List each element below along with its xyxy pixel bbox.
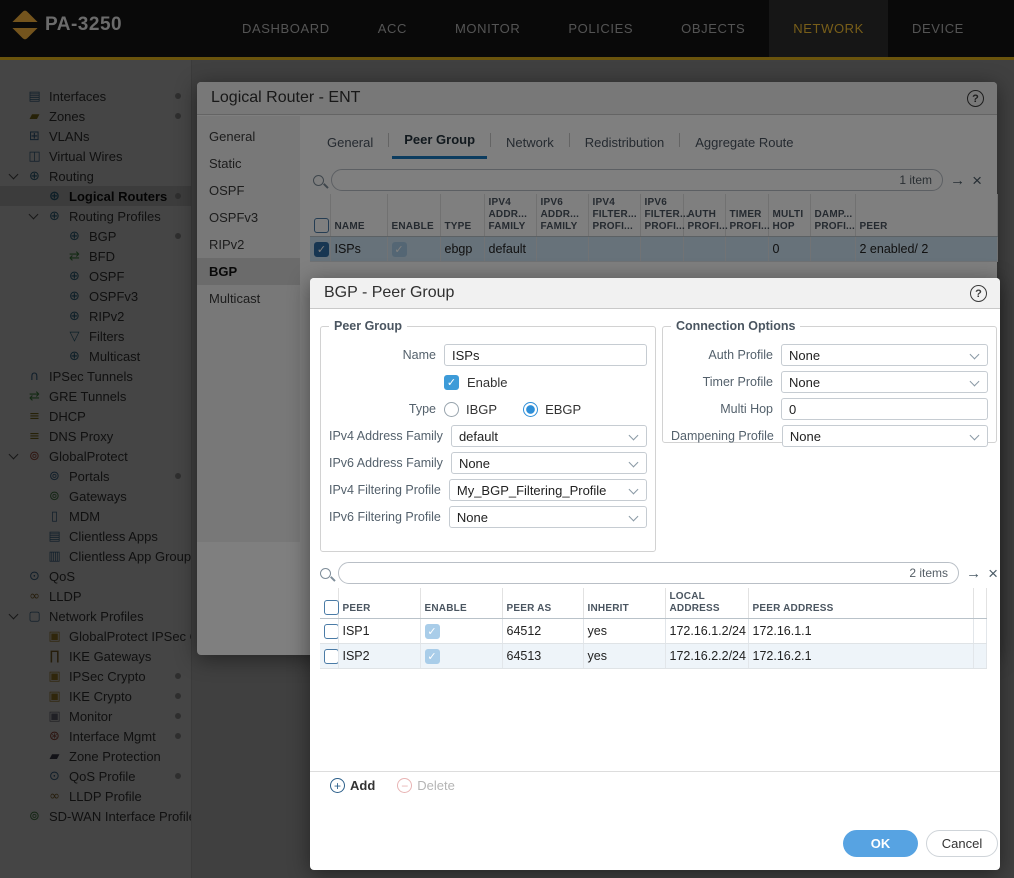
chevron-down-icon [629, 458, 639, 468]
enable-label: Enable [467, 375, 507, 390]
timer-profile-select[interactable]: None [781, 371, 988, 393]
bgp-peer-row[interactable]: ISP2✓64513yes172.16.2.2/24172.16.2.1 [320, 644, 986, 669]
enable-checkbox[interactable]: ✓ [425, 624, 440, 639]
name-label: Name [329, 348, 444, 362]
ibgp-radio[interactable] [444, 402, 459, 417]
peers-search-bar: 2 items → × [320, 562, 998, 584]
table-actions: + Add − Delete [310, 771, 1000, 799]
ipv4af-row: IPv4 Address Family default [329, 425, 647, 447]
name-field[interactable] [444, 344, 647, 366]
row-select-checkbox[interactable] [324, 649, 338, 664]
chevron-down-icon [970, 350, 980, 360]
auth-profile-row: Auth Profile None [671, 344, 988, 366]
dampening-profile-label: Dampening Profile [671, 429, 782, 443]
timer-profile-label: Timer Profile [671, 375, 781, 389]
column-peer: PEER [338, 588, 420, 619]
ipv6af-label: IPv6 Address Family [329, 456, 451, 470]
bgp-peers-table: PEERENABLEPEER ASINHERITLOCAL ADDRESSPEE… [320, 588, 987, 669]
ipv4fp-label: IPv4 Filtering Profile [329, 483, 449, 497]
search-input[interactable]: 2 items [338, 562, 959, 584]
ipv6fp-select[interactable]: None [449, 506, 647, 528]
name-row: Name [329, 344, 647, 366]
dampening-profile-row: Dampening Profile None [671, 425, 988, 447]
ebgp-label: EBGP [545, 402, 581, 417]
minus-circle-icon: − [397, 778, 412, 793]
multi-hop-field[interactable] [781, 398, 988, 420]
column-select [320, 588, 338, 619]
ipv4fp-row: IPv4 Filtering Profile My_BGP_Filtering_… [329, 479, 647, 501]
plus-circle-icon: + [330, 778, 345, 793]
multi-hop-row: Multi Hop [671, 398, 988, 420]
dampening-profile-select[interactable]: None [782, 425, 988, 447]
select-all-checkbox[interactable] [324, 600, 339, 615]
connection-options-legend: Connection Options [671, 319, 800, 333]
screen: T 0 PA-3250 DASHBOARDACCMONITORPOLICIESO… [0, 0, 1014, 878]
ipv6fp-label: IPv6 Filtering Profile [329, 510, 449, 524]
column-inherit: INHERIT [583, 588, 665, 619]
chevron-down-icon [629, 512, 639, 522]
peer-group-legend: Peer Group [329, 319, 407, 333]
type-label: Type [329, 402, 444, 416]
ebgp-radio[interactable] [523, 402, 538, 417]
ibgp-label: IBGP [466, 402, 497, 417]
delete-button[interactable]: − Delete [397, 778, 455, 793]
chevron-down-icon [629, 431, 639, 441]
auth-profile-label: Auth Profile [671, 348, 781, 362]
column-peer-address: PEER ADDRESS [748, 588, 973, 619]
chevron-down-icon [629, 485, 639, 495]
help-icon[interactable]: ? [970, 285, 987, 302]
ipv4af-select[interactable]: default [451, 425, 647, 447]
clear-filter-icon[interactable]: × [988, 565, 998, 582]
column-peer-as: PEER AS [502, 588, 583, 619]
timer-profile-row: Timer Profile None [671, 371, 988, 393]
type-row: Type IBGP EBGP [329, 398, 647, 420]
bgp-peer-row[interactable]: ISP1✓64512yes172.16.1.2/24172.16.1.1 [320, 619, 986, 644]
row-select-checkbox[interactable] [324, 624, 338, 639]
enable-checkbox[interactable]: ✓ [425, 649, 440, 664]
connection-options-fieldset: Connection Options Auth Profile None Tim… [662, 319, 997, 443]
bgp-peer-group-dialog: BGP - Peer Group ? Peer Group Name ✓ Ena… [310, 278, 1000, 870]
cancel-button[interactable]: Cancel [926, 830, 998, 857]
enable-checkbox[interactable]: ✓ [444, 375, 459, 390]
peers-table: PEERENABLEPEER ASINHERITLOCAL ADDRESSPEE… [320, 588, 998, 669]
item-count: 2 items [909, 566, 948, 580]
multi-hop-label: Multi Hop [671, 402, 781, 416]
add-button[interactable]: + Add [330, 778, 375, 793]
peer-group-fieldset: Peer Group Name ✓ Enable Type IBGP EBGP [320, 319, 656, 552]
ipv4af-label: IPv4 Address Family [329, 429, 451, 443]
ipv6af-row: IPv6 Address Family None [329, 452, 647, 474]
ipv6af-select[interactable]: None [451, 452, 647, 474]
column-gutter [973, 588, 986, 619]
bgp-peer-group-dialog-title: BGP - Peer Group [310, 278, 1000, 309]
chevron-down-icon [970, 377, 980, 387]
column-enable: ENABLE [420, 588, 502, 619]
search-icon [320, 568, 331, 579]
auth-profile-select[interactable]: None [781, 344, 988, 366]
ipv6fp-row: IPv6 Filtering Profile None [329, 506, 647, 528]
chevron-down-icon [970, 431, 980, 441]
enable-row: ✓ Enable [329, 371, 647, 393]
bgp-peers-table-header-row: PEERENABLEPEER ASINHERITLOCAL ADDRESSPEE… [320, 588, 986, 619]
ipv4fp-select[interactable]: My_BGP_Filtering_Profile [449, 479, 647, 501]
column-local-address: LOCAL ADDRESS [665, 588, 748, 619]
apply-filter-icon[interactable]: → [966, 566, 981, 581]
ok-button[interactable]: OK [843, 830, 918, 857]
